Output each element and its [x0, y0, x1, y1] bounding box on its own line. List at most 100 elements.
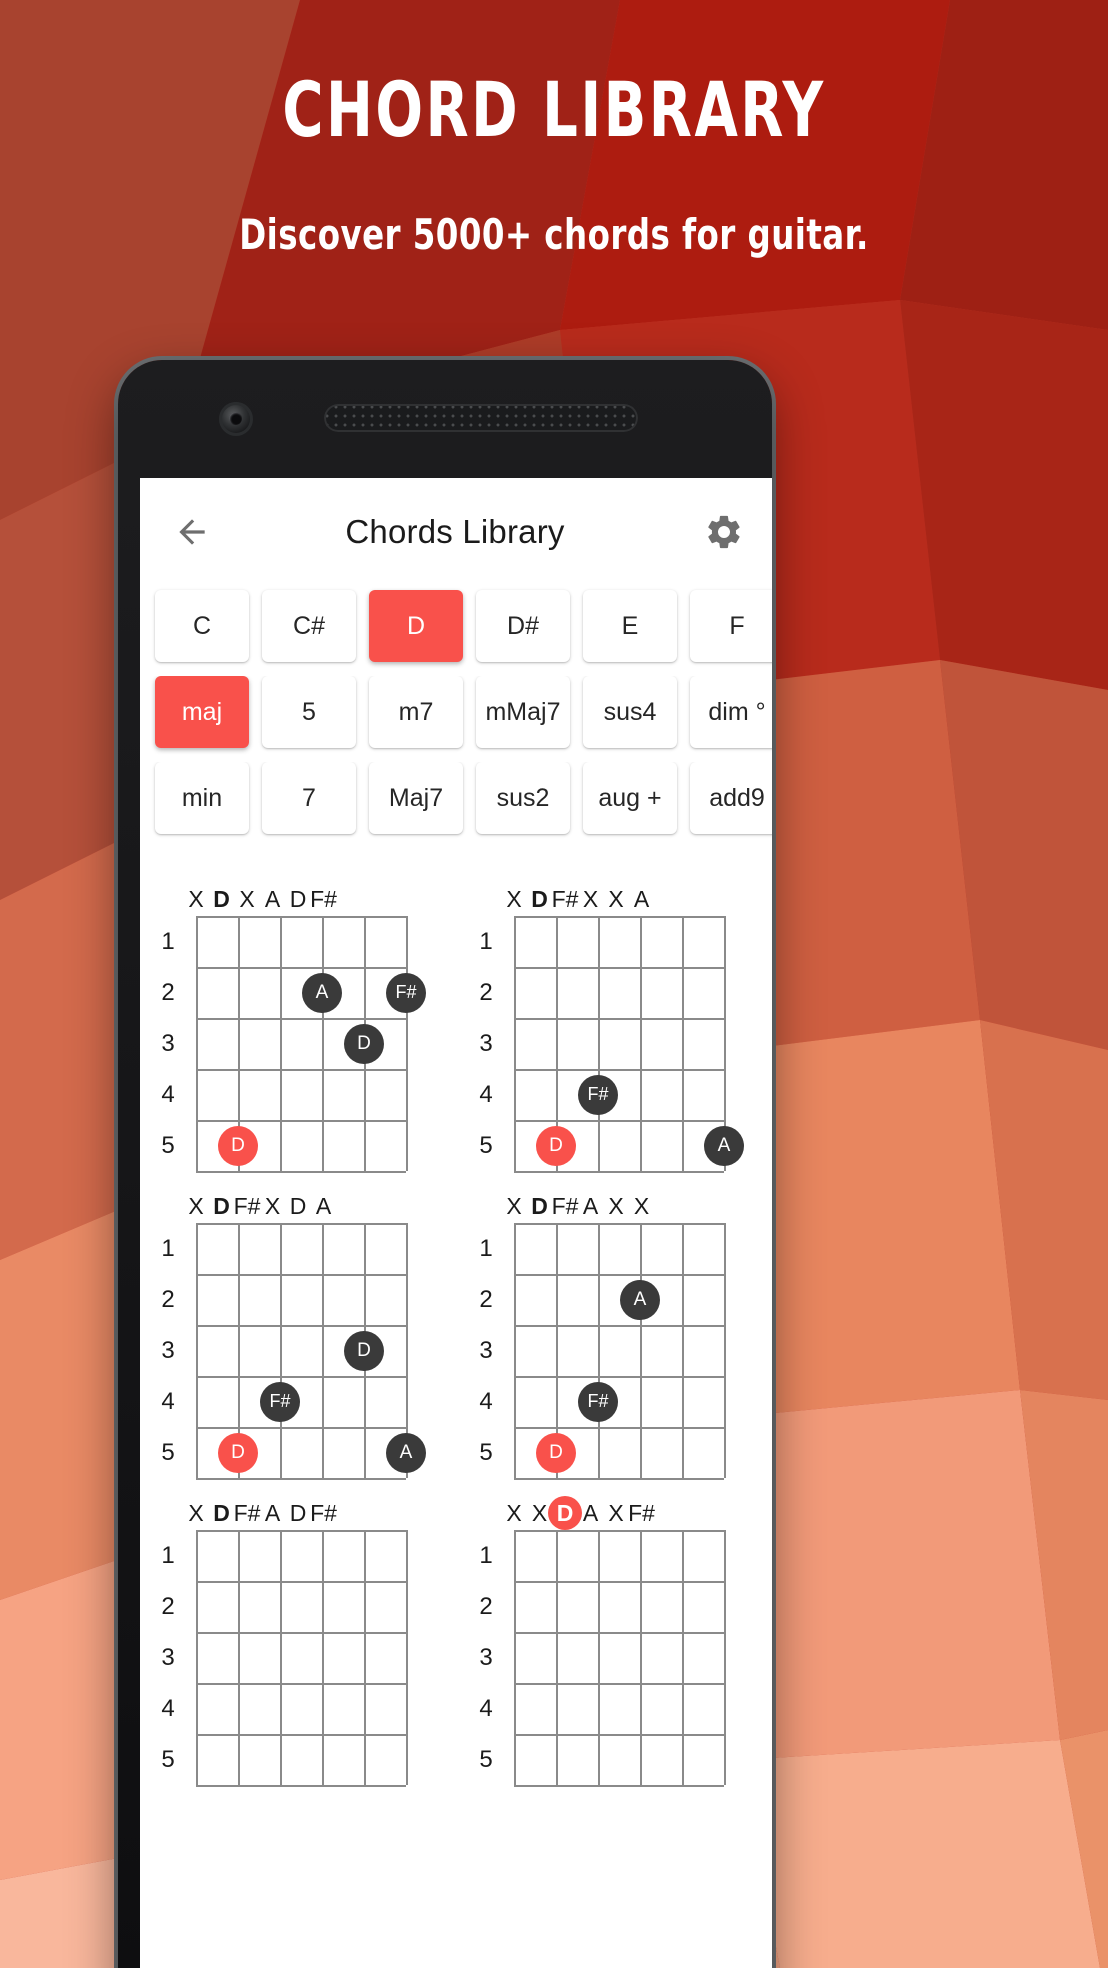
fret-line: [514, 1376, 724, 1378]
string-line: [598, 916, 600, 1171]
chip-label: dim °: [708, 697, 766, 726]
string-line: [556, 1530, 558, 1785]
fret-line: [514, 1018, 724, 1020]
root-note-chip-D[interactable]: D: [369, 590, 463, 662]
fret-number: 4: [161, 1080, 175, 1108]
fret-number: 1: [161, 927, 175, 955]
string-line: [238, 1530, 240, 1785]
fret-dot: A: [302, 972, 342, 1013]
fret-dot: F#: [578, 1381, 618, 1422]
fret-dot: D: [536, 1432, 576, 1473]
phone-mockup: Chords Library C C# D D# E F F# maj 5 m7 mMaj7 sus…: [118, 360, 772, 1968]
chord-type-chip-mMaj7[interactable]: mMaj7: [476, 676, 570, 748]
root-note-chip-F[interactable]: F: [690, 590, 772, 662]
chord-diagram-row: X D F# A D F# 1 2 3 4 5 X X D A X F# 1 2 3 4 5: [140, 1484, 772, 1791]
chord-type-chip-row-2[interactable]: min7Maj7sus2aug +add97sus4: [140, 762, 772, 848]
fret-number: 3: [479, 1643, 493, 1671]
fret-number: 2: [479, 978, 493, 1006]
string-note-headers: X D F# A X X: [458, 1189, 772, 1223]
fret-line: [196, 1632, 406, 1634]
fret-numbers: 1 2 3 4 5: [458, 1530, 514, 1785]
fret-line: [196, 967, 406, 969]
chord-type-chip-5[interactable]: 5: [262, 676, 356, 748]
chord-diagram-5[interactable]: X D F# A D F# 1 2 3 4 5: [140, 1484, 458, 1791]
fret-line: [514, 1530, 724, 1532]
fret-line: [196, 1018, 406, 1020]
fret-numbers: 1 2 3 4 5: [140, 916, 196, 1171]
arrow-left-icon: [179, 519, 205, 545]
fret-number: 2: [161, 1285, 175, 1313]
fret-number: 5: [161, 1131, 175, 1159]
chord-diagram-2[interactable]: X D F# X X A 1 2 3 4 5 F# D A: [458, 870, 772, 1177]
fret-dot: D: [218, 1125, 258, 1166]
fret-number: 1: [479, 1234, 493, 1262]
fret-number: 2: [479, 1592, 493, 1620]
chord-type-chip-aug[interactable]: aug +: [583, 762, 677, 834]
chord-type-chip-min[interactable]: min: [155, 762, 249, 834]
chord-type-chip-add9[interactable]: add9: [690, 762, 772, 834]
fret-line: [196, 1223, 406, 1225]
fret-number: 1: [161, 1541, 175, 1569]
string-line: [280, 916, 282, 1171]
root-note-chip-C[interactable]: C#: [262, 590, 356, 662]
string-note-headers: X D F# X D A: [140, 1189, 458, 1223]
chord-diagram-grid: X D X A D F# 1 2 3 4 5 A F# D D X D F# X X A 1 2 3 4 5 F# D A X D F# X D A…: [140, 848, 772, 1791]
fret-number: 1: [161, 1234, 175, 1262]
root-note-chip-D[interactable]: D#: [476, 590, 570, 662]
root-note-chip-row[interactable]: CC#DD#EFF#: [140, 586, 772, 676]
chord-type-chip-row-1[interactable]: maj5m7mMaj7sus4dim °maj: [140, 676, 772, 762]
fret-line: [514, 967, 724, 969]
fret-line: [196, 1478, 406, 1480]
chip-label: sus2: [496, 783, 550, 812]
chord-diagram-1[interactable]: X D X A D F# 1 2 3 4 5 A F# D D: [140, 870, 458, 1177]
chip-label: 7: [302, 783, 316, 812]
fret-number: 5: [479, 1131, 493, 1159]
fret-number: 5: [479, 1745, 493, 1773]
fret-line: [514, 1734, 724, 1736]
chord-type-chip-maj[interactable]: maj: [155, 676, 249, 748]
string-line: [322, 1223, 324, 1478]
fret-line: [196, 1581, 406, 1583]
root-note-chip-C[interactable]: C: [155, 590, 249, 662]
chord-diagram-3[interactable]: X D F# X D A 1 2 3 4 5 D F# D A: [140, 1177, 458, 1484]
app-bar: Chords Library: [140, 478, 772, 586]
fretboard: A F# D D: [196, 916, 426, 1173]
fret-line: [196, 916, 406, 918]
chord-type-chip-sus2[interactable]: sus2: [476, 762, 570, 834]
fretboard: [196, 1530, 408, 1787]
fret-dot: D: [344, 1330, 384, 1371]
string-note-6: X: [633, 1192, 650, 1219]
fret-line: [196, 1325, 406, 1327]
string-line: [280, 1223, 282, 1478]
chip-label: C#: [293, 611, 325, 640]
root-note-chip-E[interactable]: E: [583, 590, 677, 662]
chip-label: mMaj7: [485, 697, 561, 726]
chord-type-chip-Maj7[interactable]: Maj7: [369, 762, 463, 834]
earpiece-speaker: [324, 404, 638, 432]
fret-line: [514, 1069, 724, 1071]
string-line: [322, 1530, 324, 1785]
chip-label: aug +: [598, 783, 662, 812]
back-button[interactable]: [166, 506, 218, 558]
page-subtitle: Discover 5000+ chords for guitar.: [239, 210, 869, 259]
chip-label: F: [729, 611, 745, 640]
settings-button[interactable]: [698, 506, 750, 558]
chord-type-chip-m7[interactable]: m7: [369, 676, 463, 748]
string-note-6: A: [633, 885, 650, 912]
string-line: [682, 1530, 684, 1785]
chord-type-chip-sus4[interactable]: sus4: [583, 676, 677, 748]
chord-type-chip-7[interactable]: 7: [262, 762, 356, 834]
fret-number: 4: [479, 1694, 493, 1722]
chord-type-chip-dim[interactable]: dim °: [690, 676, 772, 748]
fret-line: [514, 916, 724, 918]
fretboard: [514, 1530, 726, 1787]
fret-number: 5: [161, 1745, 175, 1773]
chord-diagram-4[interactable]: X D F# A X X 1 2 3 4 5 A F# D: [458, 1177, 772, 1484]
page-title: CHORD LIBRARY: [282, 65, 826, 154]
fret-dot: A: [620, 1279, 660, 1320]
chord-diagram-6[interactable]: X X D A X F# 1 2 3 4 5: [458, 1484, 772, 1791]
fret-line: [514, 1632, 724, 1634]
fret-dot: A: [386, 1432, 426, 1473]
fret-line: [196, 1427, 406, 1429]
fret-number: 2: [161, 978, 175, 1006]
